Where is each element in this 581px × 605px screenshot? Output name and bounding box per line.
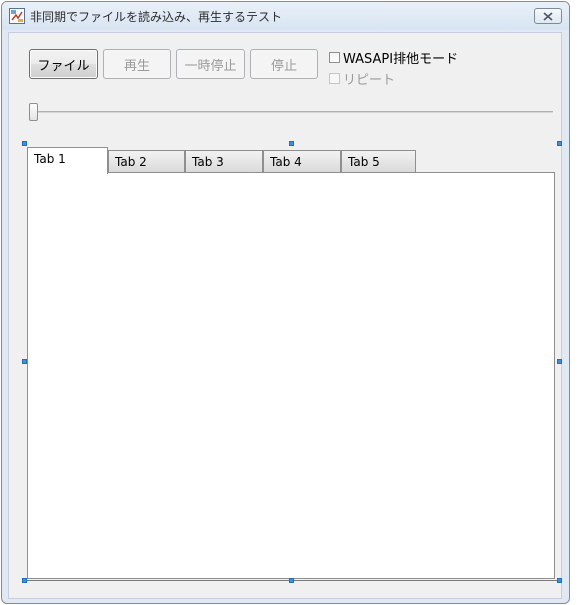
resize-handle-right[interactable] — [557, 359, 562, 364]
resize-handle-bottom-right[interactable] — [557, 578, 562, 583]
repeat-label: リピート — [343, 73, 396, 88]
resize-handle-bottom-left[interactable] — [22, 578, 27, 583]
tab-1[interactable]: Tab 1 — [27, 147, 108, 174]
wasapi-exclusive-checkbox[interactable]: WASAPI排他モード — [329, 48, 458, 67]
repeat-checkbox[interactable]: リピート — [329, 69, 395, 88]
tab-2[interactable]: Tab 2 — [108, 150, 185, 173]
checkbox-box — [329, 73, 340, 84]
resize-handle-left[interactable] — [22, 359, 27, 364]
resize-handle-top[interactable] — [289, 141, 294, 146]
client-area: ファイル 再生 一時停止 停止 WASAPI排他モード リピート Tab 1 T… — [8, 32, 562, 599]
resize-handle-top-right[interactable] — [557, 141, 562, 146]
play-button[interactable]: 再生 — [103, 49, 171, 79]
app-icon — [9, 8, 25, 24]
stop-button[interactable]: 停止 — [250, 49, 318, 79]
file-button[interactable]: ファイル — [29, 49, 98, 79]
app-window: 非同期でファイルを読み込み、再生するテスト ファイル 再生 一時停止 停止 WA… — [1, 1, 570, 604]
title-bar[interactable]: 非同期でファイルを読み込み、再生するテスト — [2, 2, 569, 30]
close-icon — [543, 11, 553, 21]
seek-slider-thumb[interactable] — [29, 103, 38, 121]
tab-3[interactable]: Tab 3 — [185, 150, 263, 173]
tab-5[interactable]: Tab 5 — [341, 150, 416, 173]
tab-4[interactable]: Tab 4 — [263, 150, 341, 173]
resize-handle-bottom[interactable] — [289, 578, 294, 583]
resize-handle-top-left[interactable] — [22, 141, 27, 146]
tab-page-content — [27, 172, 555, 579]
wasapi-exclusive-label: WASAPI排他モード — [343, 52, 459, 67]
seek-slider-track[interactable] — [31, 111, 553, 113]
close-button[interactable] — [534, 8, 562, 24]
pause-button[interactable]: 一時停止 — [176, 49, 245, 79]
checkbox-box — [329, 52, 340, 63]
window-title: 非同期でファイルを読み込み、再生するテスト — [30, 10, 283, 24]
